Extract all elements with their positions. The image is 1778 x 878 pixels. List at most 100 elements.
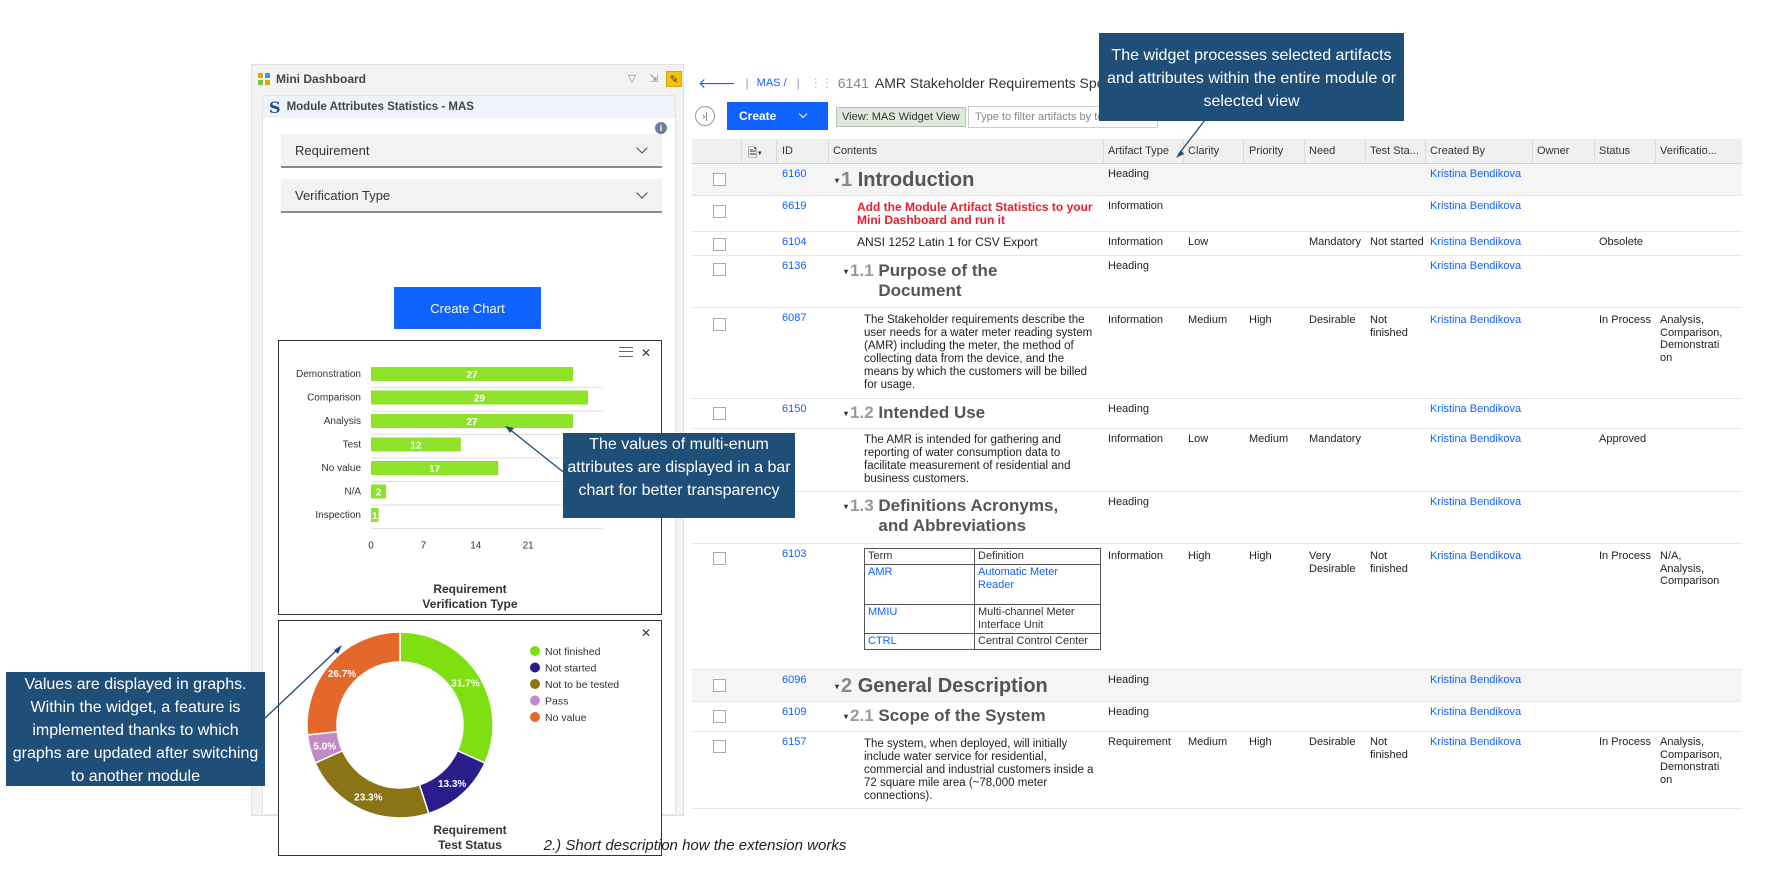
- col-priority[interactable]: Priority: [1249, 145, 1283, 157]
- donut-slice[interactable]: [399, 631, 494, 764]
- row-need: Desirable: [1309, 314, 1356, 326]
- definition-term[interactable]: MMIU: [864, 604, 975, 634]
- row-contents: ANSI 1252 Latin 1 for CSV Export: [857, 235, 1038, 249]
- row-artifact-type: Information: [1108, 314, 1164, 326]
- legend-marker: [530, 712, 540, 722]
- table-row[interactable]: 6150 ▾ 1.2 Intended Use Heading Kristina …: [692, 399, 1742, 429]
- row-id[interactable]: 6160: [782, 168, 806, 181]
- table-row[interactable]: The AMR is intended for gathering and re…: [692, 429, 1742, 492]
- legend-label[interactable]: Not started: [545, 663, 597, 675]
- row-priority: High: [1249, 314, 1272, 326]
- module-view: 🡐 | MAS / | ⋮⋮ 6141 AMR Stakeholder Requ…: [690, 64, 1742, 816]
- breadcrumb-project-link[interactable]: MAS /: [757, 77, 787, 89]
- table-row[interactable]: 6104 ANSI 1252 Latin 1 for CSV Export In…: [692, 232, 1742, 256]
- row-checkbox[interactable]: [713, 740, 726, 753]
- col-need[interactable]: Need: [1309, 145, 1335, 157]
- table-row[interactable]: 6157 The system, when deployed, will ini…: [692, 732, 1742, 809]
- row-checkbox[interactable]: [713, 263, 726, 276]
- row-checkbox[interactable]: [713, 407, 726, 420]
- row-created-by[interactable]: Kristina Bendikova: [1430, 674, 1521, 687]
- definition-term[interactable]: AMR: [864, 564, 975, 605]
- col-owner[interactable]: Owner: [1537, 145, 1569, 157]
- row-created-by[interactable]: Kristina Bendikova: [1430, 706, 1521, 719]
- row-created-by[interactable]: Kristina Bendikova: [1430, 314, 1521, 327]
- row-created-by[interactable]: Kristina Bendikova: [1430, 403, 1521, 416]
- table-row[interactable]: 6109 ▾ 2.1 Scope of the System Heading Kr…: [692, 702, 1742, 732]
- donut-chart-card: ✕ 31.7% 13.3% 23.3% 5.0% 26.7% Not finished No…: [278, 620, 662, 856]
- row-checkbox[interactable]: [713, 318, 726, 331]
- col-verification[interactable]: Verificatio...: [1660, 145, 1717, 157]
- row-created-by[interactable]: Kristina Bendikova: [1430, 260, 1521, 273]
- definition-term[interactable]: CTRL: [864, 633, 975, 650]
- col-artifact-type[interactable]: Artifact Type: [1108, 145, 1169, 157]
- row-artifact-type: Heading: [1108, 403, 1149, 415]
- heading-text: Definitions Acronyms, and Abbreviations: [878, 496, 1059, 535]
- row-created-by[interactable]: Kristina Bendikova: [1430, 550, 1521, 563]
- donut-value-label: 23.3%: [354, 792, 382, 803]
- col-created-by[interactable]: Created By: [1430, 145, 1485, 157]
- row-id[interactable]: 6157: [782, 736, 806, 749]
- row-checkbox[interactable]: [713, 173, 726, 186]
- donut-slice[interactable]: [306, 631, 401, 736]
- definition-text[interactable]: Automatic Meter Reader: [974, 564, 1101, 605]
- row-id[interactable]: 6103: [782, 548, 806, 561]
- back-arrow-icon[interactable]: 🡐: [698, 75, 736, 92]
- collapse-sidebar-icon[interactable]: ›|: [695, 106, 715, 126]
- column-chooser-icon[interactable]: 🗎▾: [748, 144, 762, 165]
- row-id[interactable]: 6150: [782, 403, 806, 416]
- col-contents[interactable]: Contents: [833, 145, 877, 157]
- row-artifact-type: Requirement: [1108, 736, 1171, 748]
- artifact-type-dropdown[interactable]: Requirement: [281, 134, 662, 168]
- artifact-type-value: Requirement: [295, 142, 370, 158]
- bar-category-label: Comparison: [307, 393, 361, 404]
- table-row[interactable]: 6096 ▾ 2 General Description Heading Kris…: [692, 670, 1742, 702]
- pin-icon[interactable]: ✎: [666, 71, 682, 87]
- table-row[interactable]: 6619 Add the Module Artifact Statistics …: [692, 196, 1742, 232]
- row-artifact-type: Information: [1108, 236, 1164, 248]
- table-row[interactable]: 6103 Term Definition AMR Automatic Meter…: [692, 544, 1742, 670]
- view-selector[interactable]: View: MAS Widget View: [836, 107, 966, 127]
- row-checkbox[interactable]: [713, 552, 726, 565]
- col-clarity[interactable]: Clarity: [1188, 145, 1219, 157]
- row-checkbox[interactable]: [713, 710, 726, 723]
- legend-label[interactable]: Not finished: [545, 646, 601, 658]
- legend-label[interactable]: No value: [545, 712, 587, 724]
- row-created-by[interactable]: Kristina Bendikova: [1430, 433, 1521, 446]
- row-created-by[interactable]: Kristina Bendikova: [1430, 496, 1521, 509]
- create-button[interactable]: Create: [727, 102, 828, 130]
- row-created-by[interactable]: Kristina Bendikova: [1430, 736, 1521, 749]
- export-icon[interactable]: ⇲: [646, 71, 662, 87]
- row-created-by[interactable]: Kristina Bendikova: [1430, 236, 1521, 249]
- row-id[interactable]: 6096: [782, 674, 806, 687]
- row-id[interactable]: 6619: [782, 200, 806, 213]
- row-status: In Process: [1599, 550, 1651, 562]
- legend-label[interactable]: Pass: [545, 696, 568, 708]
- col-status[interactable]: Status: [1599, 145, 1630, 157]
- row-checkbox[interactable]: [713, 238, 726, 251]
- row-heading: ▾ 1 Introduction: [835, 169, 975, 191]
- table-row[interactable]: 6136 ▾ 1.1 Purpose of the Document Headin…: [692, 256, 1742, 308]
- col-test-status[interactable]: Test Sta...: [1370, 145, 1419, 157]
- attribute-value: Verification Type: [295, 187, 391, 203]
- donut-value-label: 13.3%: [438, 779, 466, 790]
- heading-text: Intended Use: [878, 403, 986, 422]
- row-created-by[interactable]: Kristina Bendikova: [1430, 168, 1521, 181]
- row-checkbox[interactable]: [713, 679, 726, 692]
- donut-slice[interactable]: [314, 749, 430, 819]
- row-id[interactable]: 6087: [782, 312, 806, 325]
- row-checkbox[interactable]: [713, 205, 726, 218]
- row-id[interactable]: 6109: [782, 706, 806, 719]
- row-id[interactable]: 6104: [782, 236, 806, 249]
- info-icon[interactable]: i: [655, 122, 667, 134]
- col-id[interactable]: ID: [782, 145, 793, 157]
- table-row[interactable]: ▾ 1.3 Definitions Acronyms, and Abbreviat…: [692, 492, 1742, 544]
- table-row[interactable]: 6160 ▾ 1 Introduction Heading Kristina Be…: [692, 164, 1742, 196]
- legend-label[interactable]: Not to be tested: [545, 679, 619, 691]
- table-row[interactable]: 6087 The Stakeholder requirements descri…: [692, 308, 1742, 399]
- collapse-triangle-icon[interactable]: ▽: [624, 71, 640, 87]
- create-chart-button[interactable]: Create Chart: [394, 287, 541, 329]
- row-id[interactable]: 6136: [782, 260, 806, 273]
- row-created-by[interactable]: Kristina Bendikova: [1430, 200, 1521, 213]
- row-artifact-type: Heading: [1108, 260, 1149, 272]
- attribute-dropdown[interactable]: Verification Type: [281, 179, 662, 213]
